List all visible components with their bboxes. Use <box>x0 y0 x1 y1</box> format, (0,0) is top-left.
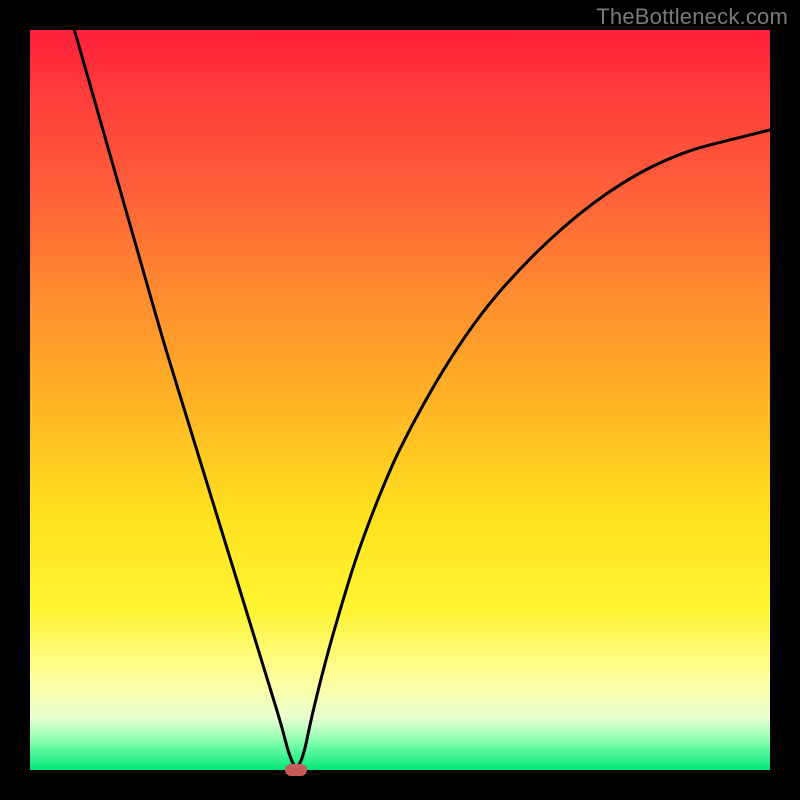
minimum-marker <box>285 764 307 776</box>
watermark-text: TheBottleneck.com <box>596 4 788 30</box>
plot-area <box>30 30 770 770</box>
chart-frame: TheBottleneck.com <box>0 0 800 800</box>
bottleneck-curve <box>30 30 770 770</box>
